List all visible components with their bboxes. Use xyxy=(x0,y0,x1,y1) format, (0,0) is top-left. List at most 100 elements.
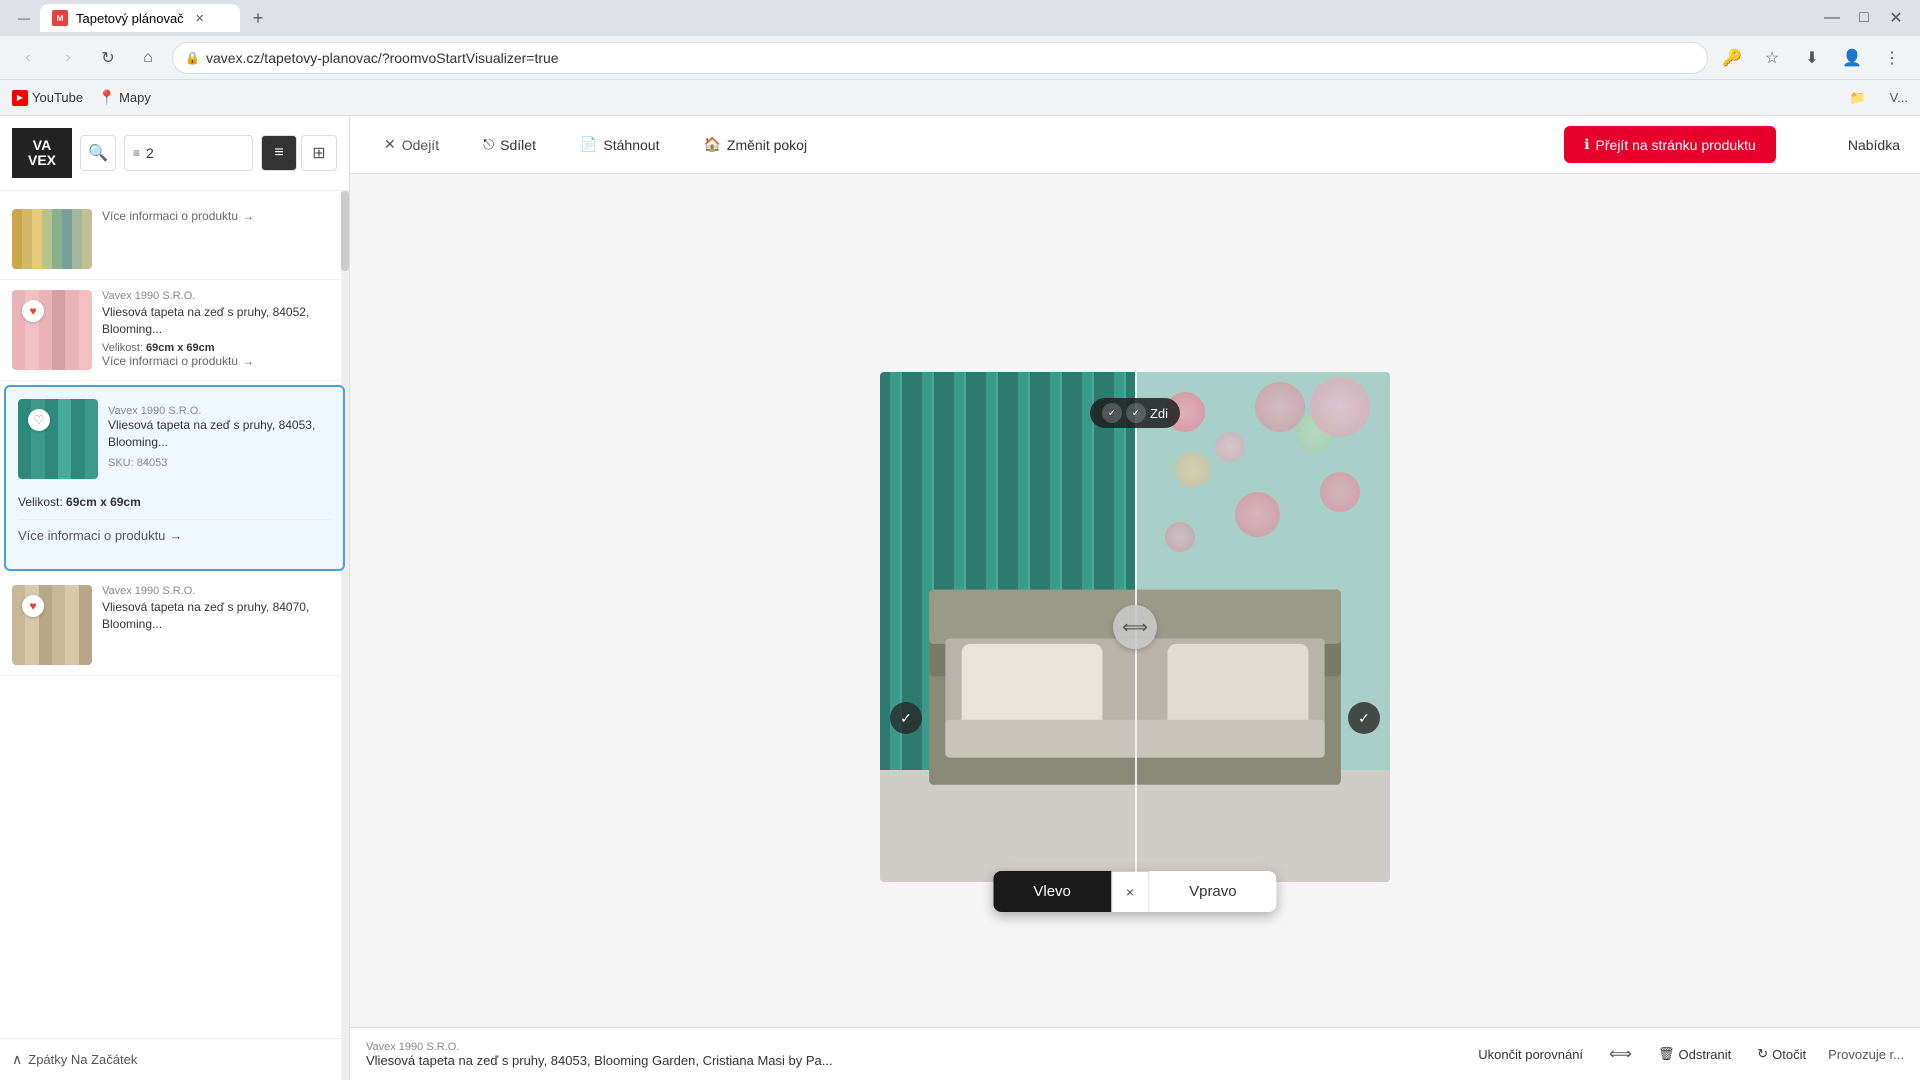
share-label: Sdílet xyxy=(500,137,536,153)
product-item-2[interactable]: ♥ Vavex 1990 S.R.O. Vli xyxy=(0,280,349,381)
change-room-label: Změnit pokoj xyxy=(727,137,807,153)
share-button[interactable]: ⎋ Sdílet xyxy=(469,128,550,161)
x-icon: ✕ xyxy=(384,136,396,153)
chevron-up-icon: ∧ xyxy=(12,1051,22,1068)
filter-input[interactable]: ≡ 2 xyxy=(124,135,253,171)
swap-icon: ⟺ xyxy=(1609,1046,1632,1063)
heart-button-3[interactable]: ♡ xyxy=(28,409,50,431)
product-item-1[interactable]: Více informaci o produktu → xyxy=(0,199,349,280)
selected-vendor: Vavex 1990 S.R.O. xyxy=(108,405,331,417)
close-icon: × xyxy=(1126,884,1134,900)
heart-button-4[interactable]: ♥ xyxy=(22,595,44,617)
new-tab-button[interactable]: + xyxy=(244,4,272,32)
bookmark-button[interactable]: ☆ xyxy=(1756,42,1788,74)
mapy-label: Mapy xyxy=(119,90,151,105)
back-button[interactable]: ‹ xyxy=(12,42,44,74)
info-actions: Ukončit porovnání ⟺ 🗑 Odstranit ↻ Otočit xyxy=(1468,1038,1816,1070)
wall-badge-check-1: ✓ xyxy=(1102,403,1122,423)
visualizer: ✕ Odejít ⎋ Sdílet 📄 Stáhnout 🏠 Změnit po… xyxy=(350,116,1920,1080)
home-button[interactable]: ⌂ xyxy=(132,42,164,74)
maximize-window-button[interactable]: □ xyxy=(1848,2,1880,34)
comparison-close-button[interactable]: × xyxy=(1111,872,1149,912)
forward-button[interactable]: › xyxy=(52,42,84,74)
minimize-window-button[interactable]: — xyxy=(1816,2,1848,34)
extensions-button[interactable]: 🔑 xyxy=(1716,42,1748,74)
product-thumbnail-1 xyxy=(12,209,92,269)
filter-icon: ≡ xyxy=(133,146,140,160)
grid-view-button[interactable]: ⊞ xyxy=(301,135,337,171)
exit-button[interactable]: ✕ Odejít xyxy=(370,128,453,161)
share-icon: ⎋ xyxy=(483,136,494,153)
bookmark-youtube[interactable]: YouTube xyxy=(12,90,83,106)
filter-value: 2 xyxy=(146,145,154,161)
product-thumbnail-2: ♥ xyxy=(12,290,92,370)
view-buttons: ≡ ⊞ xyxy=(261,135,337,171)
maps-icon: 📍 xyxy=(99,90,115,106)
heart-button-2[interactable]: ♥ xyxy=(22,300,44,322)
info-icon: ℹ xyxy=(1584,136,1589,153)
comparison-bar: Vlevo × Vpravo xyxy=(993,871,1276,912)
remove-label: Odstranit xyxy=(1679,1047,1732,1062)
back-to-top-button[interactable]: ∧ Zpátky Na Začátek xyxy=(0,1038,349,1080)
product-info-4: Vavex 1990 S.R.O. Vliesová tapeta na zeď… xyxy=(102,585,337,665)
product-thumbnail-4: ♥ xyxy=(12,585,92,665)
product-name-2: Vliesová tapeta na zeď s pruhy, 84052, B… xyxy=(102,304,337,338)
bookmarks-folder-button[interactable]: 📁 xyxy=(1842,82,1874,114)
swap-button[interactable]: ⟺ xyxy=(1599,1038,1642,1070)
browser-titlebar: — M Tapetový plánovač ✕ + — □ ✕ xyxy=(0,0,1920,36)
browser-chrome: — M Tapetový plánovač ✕ + — □ ✕ ‹ › ↻ ⌂ … xyxy=(0,0,1920,116)
product-name-4: Vliesová tapeta na zeď s pruhy, 84070, B… xyxy=(102,599,337,633)
download-button[interactable]: 📄 Stáhnout xyxy=(566,128,674,161)
comparison-drag-handle[interactable]: ⟺ xyxy=(1113,605,1157,649)
close-window-button[interactable]: ✕ xyxy=(1880,2,1912,34)
bookmark-mapy[interactable]: 📍 Mapy xyxy=(99,90,151,106)
browser-toolbar-right: 🔑 ☆ ⬇ 👤 ⋮ xyxy=(1716,42,1908,74)
rotate-button[interactable]: ↻ Otočit xyxy=(1747,1040,1816,1068)
download-icon: 📄 xyxy=(580,136,597,153)
url-text: vavex.cz/tapetovy-planovac/?roomvoStartV… xyxy=(206,50,559,66)
youtube-icon xyxy=(12,90,28,106)
corner-check-left[interactable]: ✓ xyxy=(890,702,922,734)
trash-icon: 🗑 xyxy=(1658,1046,1675,1062)
reload-button[interactable]: ↻ xyxy=(92,42,124,74)
more-info-link-2[interactable]: Více informaci o produktu → xyxy=(102,354,337,368)
menu-button[interactable]: ⋮ xyxy=(1876,42,1908,74)
product-info-text: Vavex 1990 S.R.O. Vliesová tapeta na zeď… xyxy=(366,1041,1456,1068)
selected-size: Velikost: 69cm x 69cm xyxy=(18,495,331,509)
provozuje-label: Provozuje r... xyxy=(1828,1047,1904,1062)
download-status-button[interactable]: ⬇ xyxy=(1796,42,1828,74)
go-to-product-label: Přejít na stránku produktu xyxy=(1596,137,1756,153)
wall-badge-check-2: ✓ xyxy=(1126,403,1146,423)
corner-check-right[interactable]: ✓ xyxy=(1348,702,1380,734)
vpravo-button[interactable]: Vpravo xyxy=(1149,871,1277,912)
list-view-button[interactable]: ≡ xyxy=(261,135,297,171)
product-item-4[interactable]: ♥ Vavex 1990 S.R.O. Vli xyxy=(0,575,349,676)
logo-text: VAVEX xyxy=(28,138,56,169)
end-compare-label: Ukončit porovnání xyxy=(1478,1047,1583,1062)
browser-tab-active[interactable]: M Tapetový plánovač ✕ xyxy=(40,4,240,32)
product-size-2: Velikost: 69cm x 69cm xyxy=(102,342,337,354)
more-info-link-1[interactable]: Více informaci o produktu → xyxy=(102,209,337,223)
wall-badge-center[interactable]: ✓ ✓ Zdi xyxy=(1090,398,1180,428)
sidebar-header: VAVEX 🔍 ≡ 2 ≡ ⊞ xyxy=(0,116,349,191)
tab-favicon: M xyxy=(52,10,68,26)
search-icon: 🔍 xyxy=(88,143,108,163)
exit-label: Odejít xyxy=(402,137,439,153)
end-compare-button[interactable]: Ukončit porovnání xyxy=(1468,1041,1593,1068)
product-info-2: Vavex 1990 S.R.O. Vliesová tapeta na zeď… xyxy=(102,290,337,370)
product-item-3[interactable]: ♡ Vavex 199 xyxy=(4,385,345,571)
more-info-link-3[interactable]: Více informaci o produktu → xyxy=(18,519,331,551)
go-to-product-button[interactable]: ℹ Přejít na stránku produktu xyxy=(1564,126,1776,163)
profile-button[interactable]: 👤 xyxy=(1836,42,1868,74)
room-image: ✓ ✓ Zdi ✓ ✓ ⟺ xyxy=(880,372,1390,882)
change-room-button[interactable]: 🏠 Změnit pokoj xyxy=(689,128,821,161)
tab-close-button[interactable]: ✕ xyxy=(192,10,208,26)
wall-badge-label: Zdi xyxy=(1150,406,1168,421)
remove-button[interactable]: 🗑 Odstranit xyxy=(1648,1040,1741,1068)
selected-sku: SKU: 84053 xyxy=(108,457,331,469)
address-bar[interactable]: 🔒 vavex.cz/tapetovy-planovac/?roomvoStar… xyxy=(172,42,1708,74)
nabidka-label: Nabídka xyxy=(1848,137,1900,153)
search-button[interactable]: 🔍 xyxy=(80,135,116,171)
vlevo-button[interactable]: Vlevo xyxy=(993,871,1111,912)
browser-minimize[interactable]: — xyxy=(8,2,40,34)
